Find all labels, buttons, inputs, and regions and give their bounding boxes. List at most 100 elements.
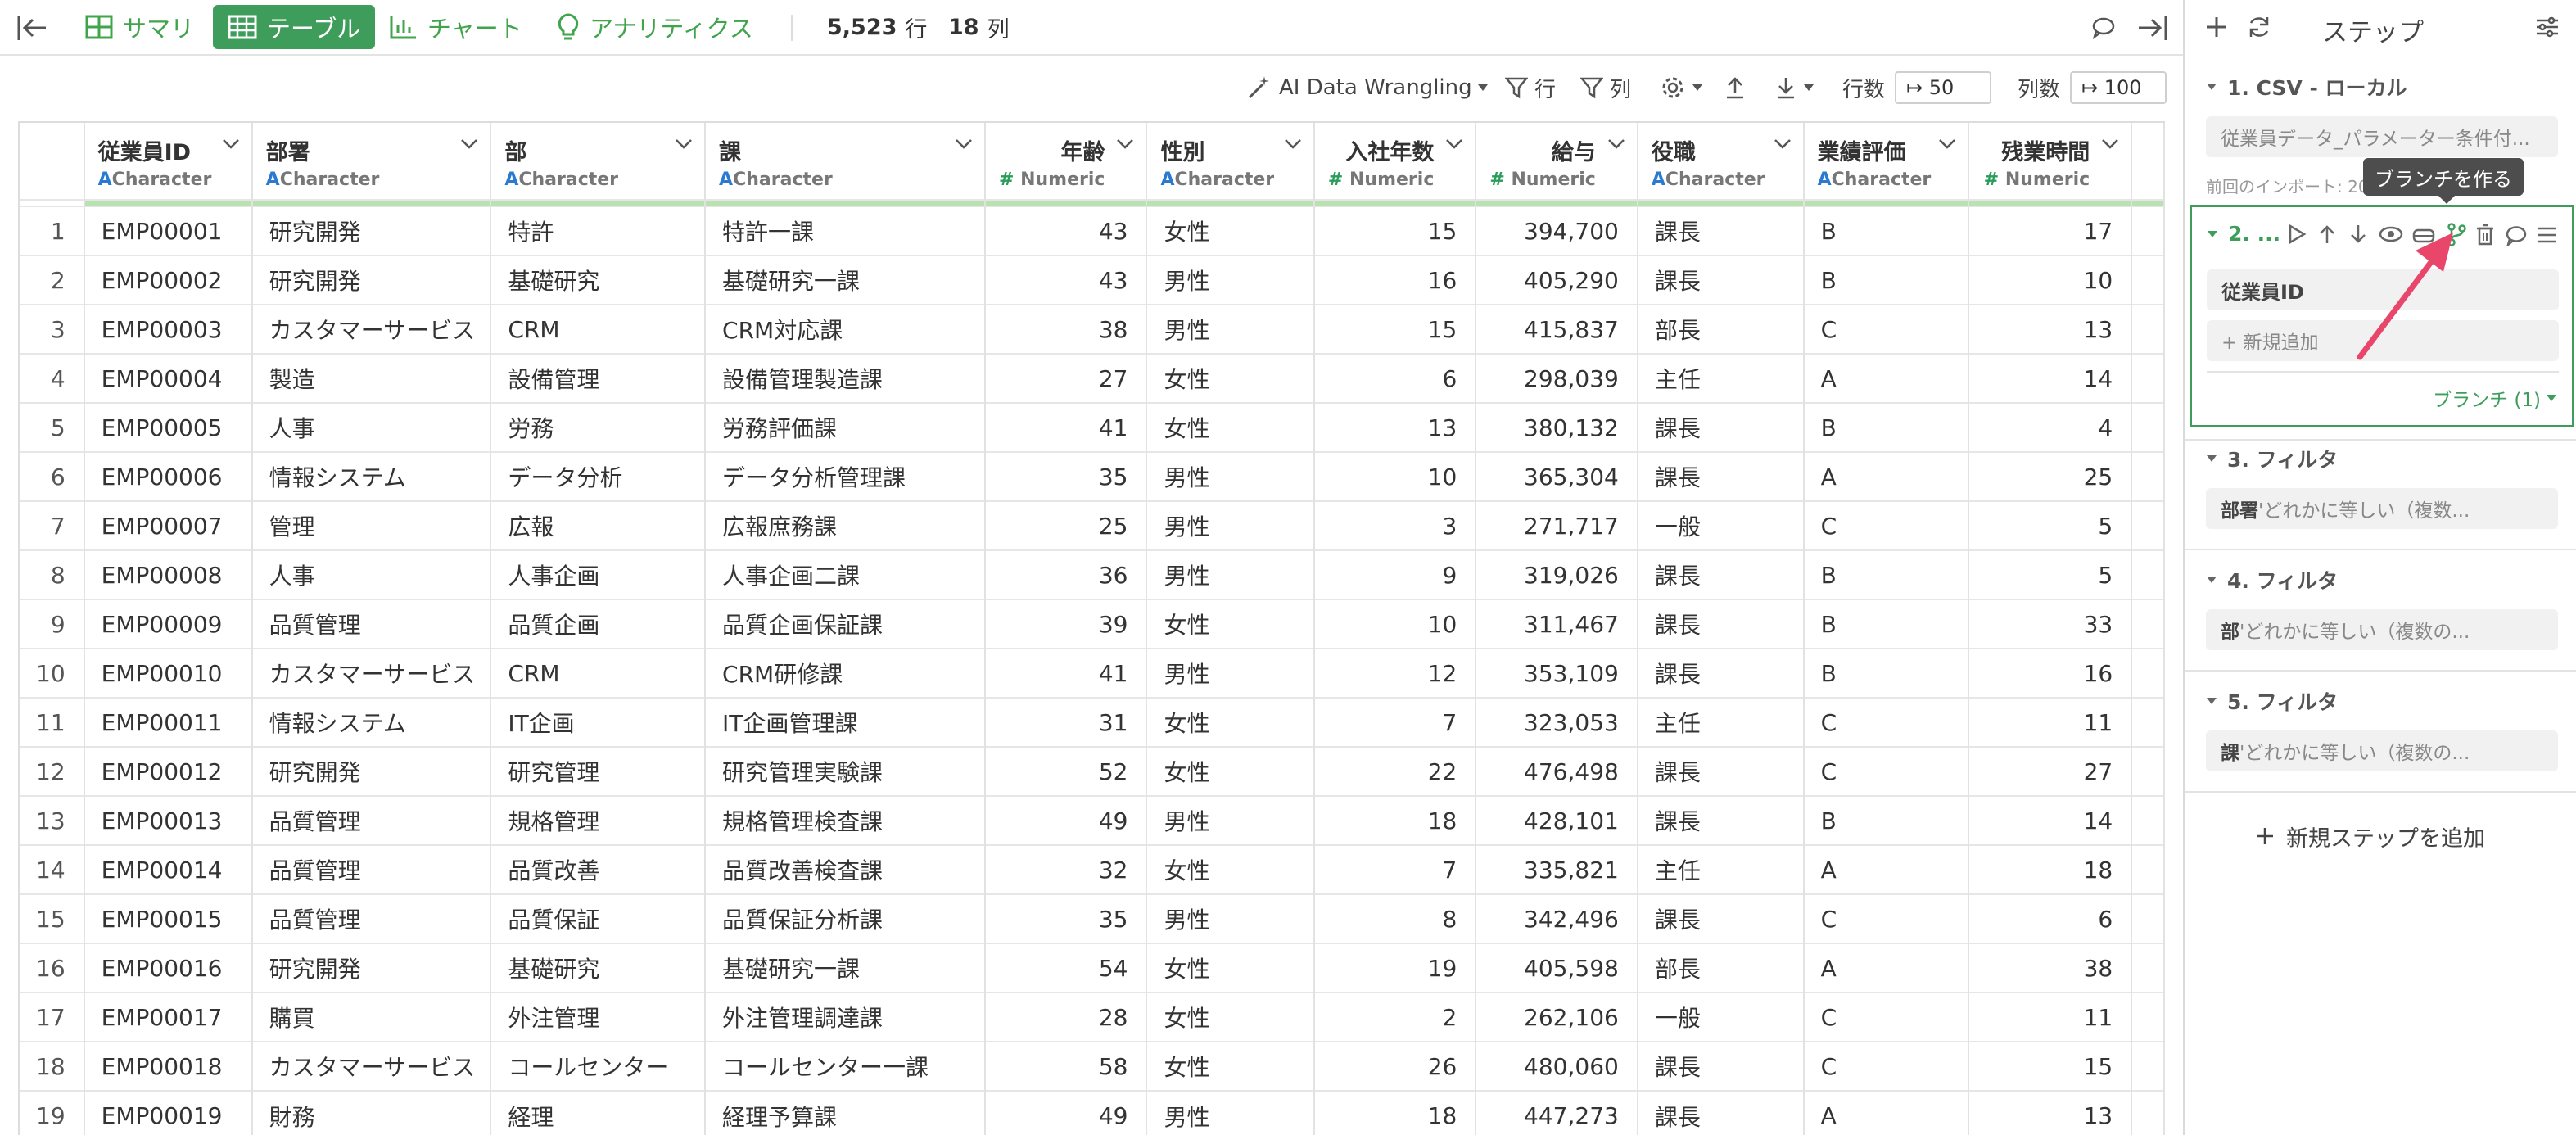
- table-cell[interactable]: 6: [1968, 893, 2133, 943]
- table-cell[interactable]: 研究開発: [251, 943, 492, 993]
- table-cell[interactable]: 情報システム: [251, 451, 492, 501]
- table-cell[interactable]: 女性: [1146, 1041, 1315, 1091]
- step-2-title[interactable]: 2. ...: [2207, 222, 2280, 246]
- plus-icon[interactable]: [2204, 15, 2229, 39]
- table-row[interactable]: 9 EMP00009 品質管理 品質企画 品質企画保証課 39 女性 10 311,467 課長 B…: [20, 599, 2165, 649]
- table-cell[interactable]: 5: [1968, 549, 2133, 599]
- table-cell[interactable]: 41: [985, 402, 1148, 452]
- table-row[interactable]: 7 EMP00007 管理 広報 広報庶務課 25 男性 3 271,717 一般 C 5: [20, 500, 2165, 550]
- table-cell[interactable]: EMP00003: [84, 304, 253, 354]
- table-cell[interactable]: 10: [1313, 599, 1477, 649]
- table-cell[interactable]: 311,467: [1476, 599, 1638, 649]
- table-cell[interactable]: 男性: [1146, 549, 1315, 599]
- tab-table[interactable]: テーブル: [213, 5, 376, 49]
- column-header[interactable]: 残業時間 # Numeric: [1968, 123, 2133, 200]
- table-row[interactable]: 10 EMP00010 カスタマーサービス CRM CRM研修課 41 男性 12 353,10…: [20, 648, 2165, 698]
- table-cell[interactable]: 14: [1968, 353, 2133, 403]
- table-cell[interactable]: 15: [1968, 1041, 2133, 1091]
- column-header[interactable]: 役職 ACharacter: [1637, 123, 1805, 200]
- table-row[interactable]: 4 EMP00004 製造 設備管理 設備管理製造課 27 女性 6 298,039 主任 A 14: [20, 353, 2165, 403]
- menu-icon[interactable]: [2536, 225, 2557, 245]
- table-cell[interactable]: カスタマーサービス: [251, 1041, 492, 1091]
- table-cell[interactable]: 13: [1313, 402, 1477, 452]
- table-cell[interactable]: 財務: [251, 1090, 492, 1135]
- table-cell[interactable]: 情報システム: [251, 697, 492, 747]
- table-cell[interactable]: 男性: [1146, 648, 1315, 698]
- column-header[interactable]: 部署 ACharacter: [251, 123, 492, 200]
- table-cell[interactable]: A: [1803, 943, 1969, 993]
- upload-button[interactable]: [1724, 70, 1752, 105]
- table-cell[interactable]: 49: [985, 795, 1148, 845]
- step-3-title[interactable]: 3. フィルタ: [2206, 444, 2338, 473]
- table-cell[interactable]: 54: [985, 943, 1148, 993]
- collapse-left-icon[interactable]: [16, 13, 49, 43]
- table-cell[interactable]: 経理: [490, 1090, 707, 1135]
- table-cell[interactable]: A: [1803, 1090, 1969, 1135]
- table-cell[interactable]: 主任: [1637, 697, 1805, 747]
- table-cell[interactable]: 課長: [1637, 451, 1805, 501]
- table-cell[interactable]: 27: [985, 353, 1148, 403]
- table-cell[interactable]: 35: [985, 893, 1148, 943]
- add-step-button[interactable]: 新規ステップを追加: [2255, 816, 2485, 857]
- table-cell[interactable]: 335,821: [1476, 844, 1638, 894]
- table-cell[interactable]: 17: [1968, 206, 2133, 255]
- table-cell[interactable]: 18: [1313, 795, 1477, 845]
- table-cell[interactable]: IT企画: [490, 697, 707, 747]
- chevron-down-icon[interactable]: [222, 138, 240, 153]
- table-cell[interactable]: 11: [1968, 697, 2133, 747]
- table-row[interactable]: 11 EMP00011 情報システム IT企画 IT企画管理課 31 女性 7 323,053 主…: [20, 697, 2165, 747]
- table-cell[interactable]: カスタマーサービス: [251, 304, 492, 354]
- table-cell[interactable]: 19: [1313, 943, 1477, 993]
- table-row[interactable]: 3 EMP00003 カスタマーサービス CRM CRM対応課 38 男性 15 415,837…: [20, 304, 2165, 354]
- table-cell[interactable]: 課長: [1637, 599, 1805, 649]
- table-cell[interactable]: C: [1803, 746, 1969, 796]
- table-cell[interactable]: 労務: [490, 402, 707, 452]
- step-5-box[interactable]: 課 'どれかに等しい（複数の...: [2206, 730, 2558, 771]
- refresh-icon[interactable]: [2247, 15, 2271, 39]
- table-cell[interactable]: 品質管理: [251, 599, 492, 649]
- chevron-down-icon[interactable]: [460, 138, 478, 153]
- table-cell[interactable]: 女性: [1146, 402, 1315, 452]
- table-cell[interactable]: 27: [1968, 746, 2133, 796]
- table-cell[interactable]: 課長: [1637, 206, 1805, 255]
- column-header[interactable]: 部 ACharacter: [490, 123, 707, 200]
- table-cell[interactable]: 43: [985, 206, 1148, 255]
- chevron-down-icon[interactable]: [1774, 138, 1792, 153]
- trash-icon[interactable]: [2475, 224, 2495, 246]
- tab-chart[interactable]: チャート: [390, 5, 522, 49]
- collapse-right-icon[interactable]: [2135, 13, 2168, 43]
- chevron-down-icon[interactable]: [2101, 138, 2119, 153]
- row-filter-button[interactable]: 行: [1505, 70, 1556, 105]
- table-cell[interactable]: 規格管理検査課: [705, 795, 986, 845]
- table-cell[interactable]: EMP00004: [84, 353, 253, 403]
- table-cell[interactable]: 課長: [1637, 402, 1805, 452]
- table-cell[interactable]: 課長: [1637, 1041, 1805, 1091]
- table-cell[interactable]: 女性: [1146, 599, 1315, 649]
- column-header[interactable]: 年齢 # Numeric: [985, 123, 1148, 200]
- table-cell[interactable]: EMP00019: [84, 1090, 253, 1135]
- table-cell[interactable]: 11: [1968, 992, 2133, 1042]
- table-cell[interactable]: 女性: [1146, 353, 1315, 403]
- rows-limit-input[interactable]: ↦ 50: [1895, 71, 1992, 104]
- table-cell[interactable]: B: [1803, 648, 1969, 698]
- table-cell[interactable]: C: [1803, 1041, 1969, 1091]
- move-up-icon[interactable]: [2318, 224, 2336, 245]
- table-cell[interactable]: CRM: [490, 304, 707, 354]
- table-cell[interactable]: 25: [985, 500, 1148, 550]
- table-cell[interactable]: C: [1803, 500, 1969, 550]
- table-cell[interactable]: 3: [1313, 500, 1477, 550]
- table-cell[interactable]: 4: [1968, 402, 2133, 452]
- chevron-down-icon[interactable]: [1938, 138, 1956, 153]
- table-cell[interactable]: 480,060: [1476, 1041, 1638, 1091]
- table-cell[interactable]: EMP00015: [84, 893, 253, 943]
- step-4-box[interactable]: 部 'どれかに等しい（複数の...: [2206, 609, 2558, 650]
- table-cell[interactable]: 31: [985, 697, 1148, 747]
- chevron-down-icon[interactable]: [955, 138, 973, 153]
- table-cell[interactable]: 研究管理: [490, 746, 707, 796]
- table-cell[interactable]: B: [1803, 795, 1969, 845]
- column-header[interactable]: 給与 # Numeric: [1476, 123, 1638, 200]
- column-header[interactable]: 業績評価 ACharacter: [1803, 123, 1969, 200]
- table-cell[interactable]: 33: [1968, 599, 2133, 649]
- table-cell[interactable]: 476,498: [1476, 746, 1638, 796]
- table-cell[interactable]: B: [1803, 206, 1969, 255]
